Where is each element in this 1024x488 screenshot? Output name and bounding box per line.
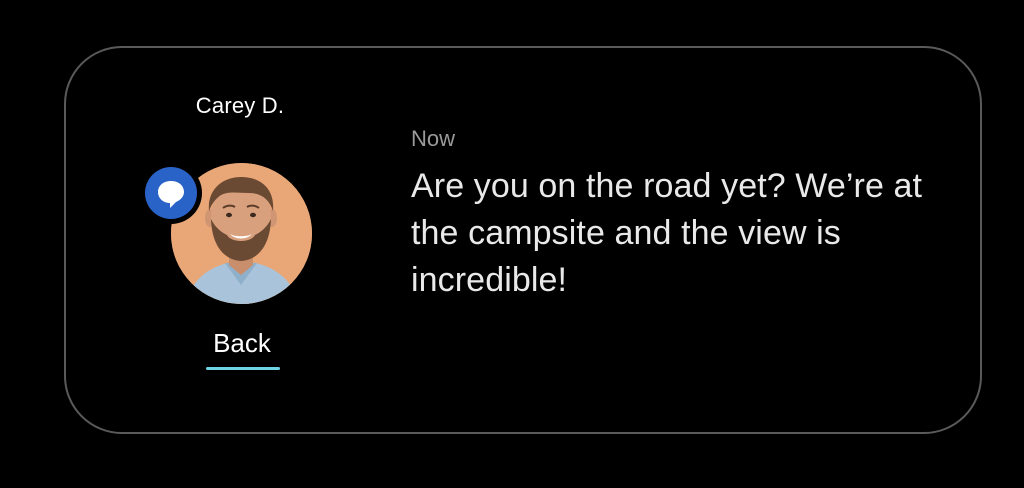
message-text: Are you on the road yet? We’re at the ca… <box>411 167 923 299</box>
message-badge <box>140 162 202 224</box>
sender-name: Carey D. <box>195 93 285 118</box>
timestamp: Now <box>411 126 456 151</box>
back-button-label: Back <box>213 328 271 358</box>
back-button[interactable]: Back <box>192 326 292 374</box>
message-bubble-icon <box>145 167 197 219</box>
focus-underline <box>206 367 280 370</box>
